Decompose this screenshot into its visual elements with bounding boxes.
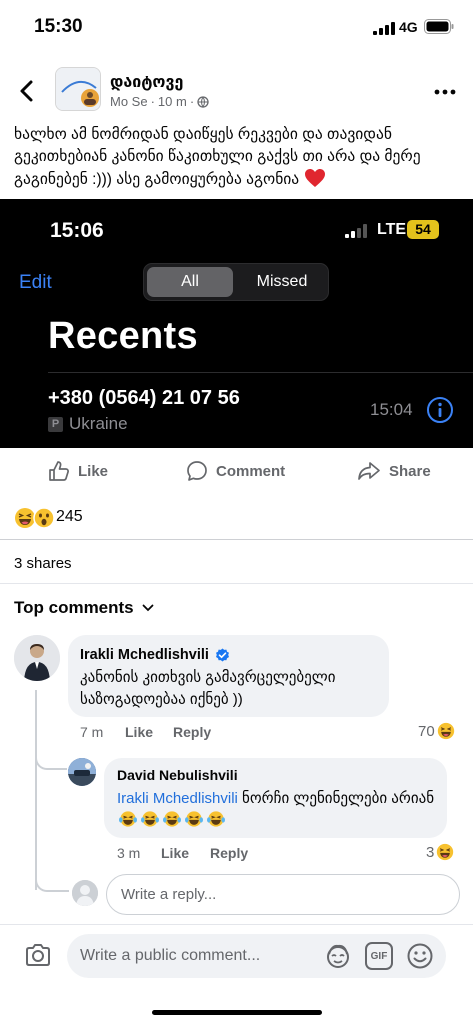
screenshot-network: LTE (377, 221, 407, 238)
reply-input[interactable] (106, 874, 460, 915)
screenshot-country-badge: P (48, 416, 63, 432)
comment-reply-button[interactable]: Reply (210, 845, 248, 861)
screenshot-phone-number: +380 (0564) 21 07 56 (48, 387, 240, 409)
thread-connector (35, 740, 67, 770)
chevron-down-icon (142, 604, 154, 612)
wow-reaction-icon (33, 507, 55, 529)
home-indicator (152, 1010, 322, 1015)
screenshot-edit-button: Edit (19, 272, 52, 293)
comment-author[interactable]: Irakli Mchedlishvili (80, 647, 230, 663)
emoji-icon[interactable] (406, 942, 434, 970)
screenshot-info-icon (427, 397, 453, 423)
red-heart-icon (304, 169, 325, 187)
reaction-icons[interactable] (14, 507, 55, 529)
screenshot-country: P Ukraine (48, 414, 128, 434)
comment-time[interactable]: 7 m (80, 724, 103, 740)
thread-connector (35, 860, 69, 892)
comment-sort-dropdown[interactable]: Top comments (14, 598, 154, 618)
haha-reaction-icon (437, 722, 454, 740)
post-age[interactable]: 10 m (158, 94, 187, 109)
share-icon (358, 462, 380, 480)
page-avatar[interactable] (55, 67, 101, 111)
share-label: Share (389, 462, 431, 480)
comment-reply-button[interactable]: Reply (173, 724, 211, 740)
network-label: 4G (399, 19, 418, 35)
verified-badge-icon (215, 648, 229, 661)
comment-text: Irakli Mchedlishvili ნორჩი ლენინელები არ… (117, 788, 437, 835)
laughing-tears-emoji-icon (119, 811, 137, 827)
comment-like-button[interactable]: Like (161, 845, 189, 861)
shares-count[interactable]: 3 shares (14, 555, 72, 572)
screenshot-time: 15:06 (50, 219, 104, 242)
avatar[interactable] (14, 635, 60, 681)
screenshot-signal-icon (345, 224, 367, 238)
meta-separator: · (189, 94, 195, 109)
comment-reaction-number: 70 (418, 722, 435, 740)
screenshot-call-time: 15:04 (370, 400, 413, 419)
post-author[interactable]: Mo Se (110, 94, 148, 109)
meta-separator: · (150, 94, 155, 109)
comment-reaction-number: 3 (426, 843, 435, 861)
comment-text-content: ნორჩი ლენინელები არიან (237, 790, 435, 807)
globe-icon (197, 95, 209, 108)
avatar[interactable] (68, 758, 96, 786)
user-photo-icon (14, 635, 60, 681)
laughing-tears-emoji-icon (141, 811, 159, 827)
divider (0, 924, 473, 925)
page-name[interactable]: დაიტოვე (110, 72, 183, 92)
share-button[interactable]: Share (357, 458, 431, 484)
comment-label: Comment (216, 462, 286, 480)
comment-reaction-count[interactable]: 3 (426, 843, 454, 861)
back-icon[interactable] (14, 78, 40, 104)
signal-icon (373, 22, 395, 35)
camera-icon[interactable] (24, 941, 52, 969)
comment-author-name: Irakli Mchedlishvili (80, 647, 209, 663)
like-button[interactable]: Like (48, 458, 108, 484)
screenshot-divider (48, 372, 473, 373)
page-logo-icon (56, 68, 100, 110)
laughing-emoji-group (117, 811, 227, 832)
post-image[interactable]: 15:06 LTE 54 Edit All Missed Recents +38… (0, 199, 473, 448)
laughing-tears-emoji-icon (207, 811, 225, 827)
avatar-sticker-icon[interactable] (324, 942, 352, 970)
status-time: 15:30 (34, 16, 83, 37)
screenshot-tab-all: All (147, 267, 233, 297)
post-text: ხალხო ამ ნომრიდან დაიწყეს რეკვები და თავ… (14, 124, 462, 191)
battery-icon (424, 19, 454, 34)
comment-sort-label: Top comments (14, 598, 134, 617)
user-photo-icon (68, 758, 96, 786)
comment-author[interactable]: David Nebulishvili (117, 767, 238, 783)
screenshot-segmented-control: All Missed (143, 263, 329, 301)
haha-reaction-icon (437, 843, 454, 861)
comment-reaction-count[interactable]: 70 (418, 722, 455, 740)
public-comment-input[interactable] (80, 944, 310, 968)
like-label: Like (78, 462, 109, 480)
post-meta: Mo Se · 10 m · (110, 94, 209, 109)
comment-icon (187, 461, 207, 481)
screenshot-title: Recents (48, 315, 198, 357)
post-text-content: ხალხო ამ ნომრიდან დაიწყეს რეკვები და თავ… (14, 126, 421, 188)
comment-like-button[interactable]: Like (125, 724, 153, 740)
laughing-tears-emoji-icon (163, 811, 181, 827)
screenshot-country-label: Ukraine (69, 414, 128, 433)
more-options-icon[interactable] (433, 82, 457, 102)
comment-text: კანონის კითხვის გამავრცელებელი საზოგადოე… (80, 669, 336, 708)
comment-time[interactable]: 3 m (117, 845, 140, 861)
default-user-icon (72, 880, 98, 906)
reaction-count[interactable]: 245 (56, 508, 83, 526)
mention-link[interactable]: Irakli Mchedlishvili (117, 790, 238, 807)
laughing-tears-emoji-icon (185, 811, 203, 827)
current-user-avatar (72, 880, 98, 906)
gif-button[interactable]: GIF (365, 942, 393, 970)
comment-button[interactable]: Comment (186, 458, 285, 484)
screenshot-battery: 54 (407, 220, 439, 239)
divider (0, 539, 473, 540)
thumbs-up-icon (49, 461, 69, 481)
screenshot-tab-missed: Missed (256, 273, 308, 290)
divider (0, 583, 473, 584)
